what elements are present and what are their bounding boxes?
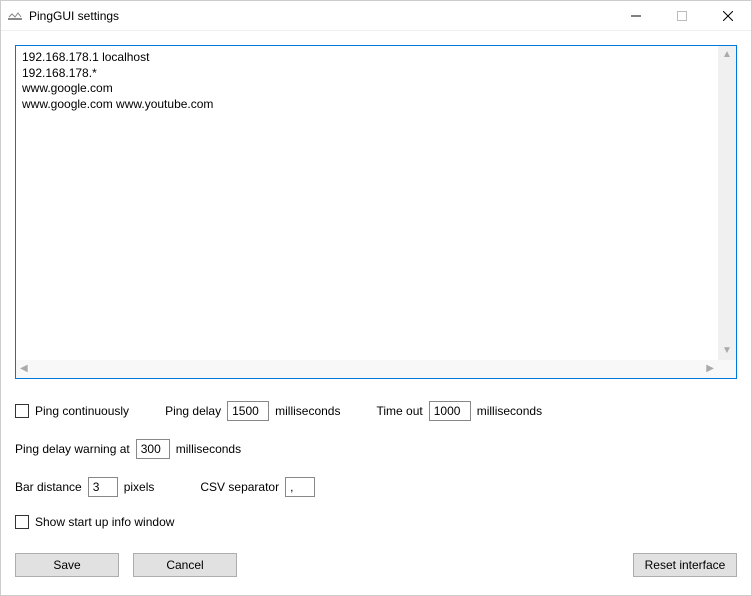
ping-delay-unit: milliseconds bbox=[275, 404, 340, 418]
cancel-button-label: Cancel bbox=[166, 558, 203, 572]
bar-distance-unit: pixels bbox=[124, 480, 155, 494]
reset-button-label: Reset interface bbox=[645, 558, 726, 572]
save-button-label: Save bbox=[53, 558, 80, 572]
show-startup-checkbox[interactable] bbox=[15, 515, 29, 529]
ping-delay-input[interactable] bbox=[227, 401, 269, 421]
horizontal-scrollbar[interactable]: ◀ ▶ bbox=[16, 360, 718, 378]
timeout-input[interactable] bbox=[429, 401, 471, 421]
ping-delay-label: Ping delay bbox=[165, 404, 221, 418]
content-area: ▲ ▼ ◀ ▶ Ping continuously Ping delay mil… bbox=[1, 31, 751, 591]
ping-continuously-checkbox[interactable] bbox=[15, 404, 29, 418]
ping-delay-warning-unit: milliseconds bbox=[176, 442, 241, 456]
csv-separator-label: CSV separator bbox=[200, 480, 279, 494]
scroll-down-icon: ▼ bbox=[722, 346, 732, 356]
cancel-button[interactable]: Cancel bbox=[133, 553, 237, 577]
close-button[interactable] bbox=[705, 1, 751, 30]
scroll-up-icon: ▲ bbox=[722, 50, 732, 60]
hosts-textarea[interactable] bbox=[16, 46, 718, 360]
ping-delay-warning-input[interactable] bbox=[136, 439, 170, 459]
bar-distance-label: Bar distance bbox=[15, 480, 82, 494]
scroll-left-icon: ◀ bbox=[20, 364, 28, 374]
timeout-unit: milliseconds bbox=[477, 404, 542, 418]
app-icon bbox=[7, 8, 23, 24]
reset-interface-button[interactable]: Reset interface bbox=[633, 553, 737, 577]
window-title: PingGUI settings bbox=[29, 9, 119, 23]
titlebar: PingGUI settings bbox=[1, 1, 751, 31]
hosts-textarea-container: ▲ ▼ ◀ ▶ bbox=[15, 45, 737, 379]
scrollbar-corner bbox=[718, 360, 736, 378]
bar-distance-input[interactable] bbox=[88, 477, 118, 497]
ping-continuously-label: Ping continuously bbox=[35, 404, 129, 418]
timeout-label: Time out bbox=[376, 404, 422, 418]
vertical-scrollbar[interactable]: ▲ ▼ bbox=[718, 46, 736, 360]
maximize-button bbox=[659, 1, 705, 30]
save-button[interactable]: Save bbox=[15, 553, 119, 577]
csv-separator-input[interactable] bbox=[285, 477, 315, 497]
show-startup-label: Show start up info window bbox=[35, 515, 174, 529]
scroll-right-icon: ▶ bbox=[706, 364, 714, 374]
minimize-button[interactable] bbox=[613, 1, 659, 30]
ping-delay-warning-label: Ping delay warning at bbox=[15, 442, 130, 456]
